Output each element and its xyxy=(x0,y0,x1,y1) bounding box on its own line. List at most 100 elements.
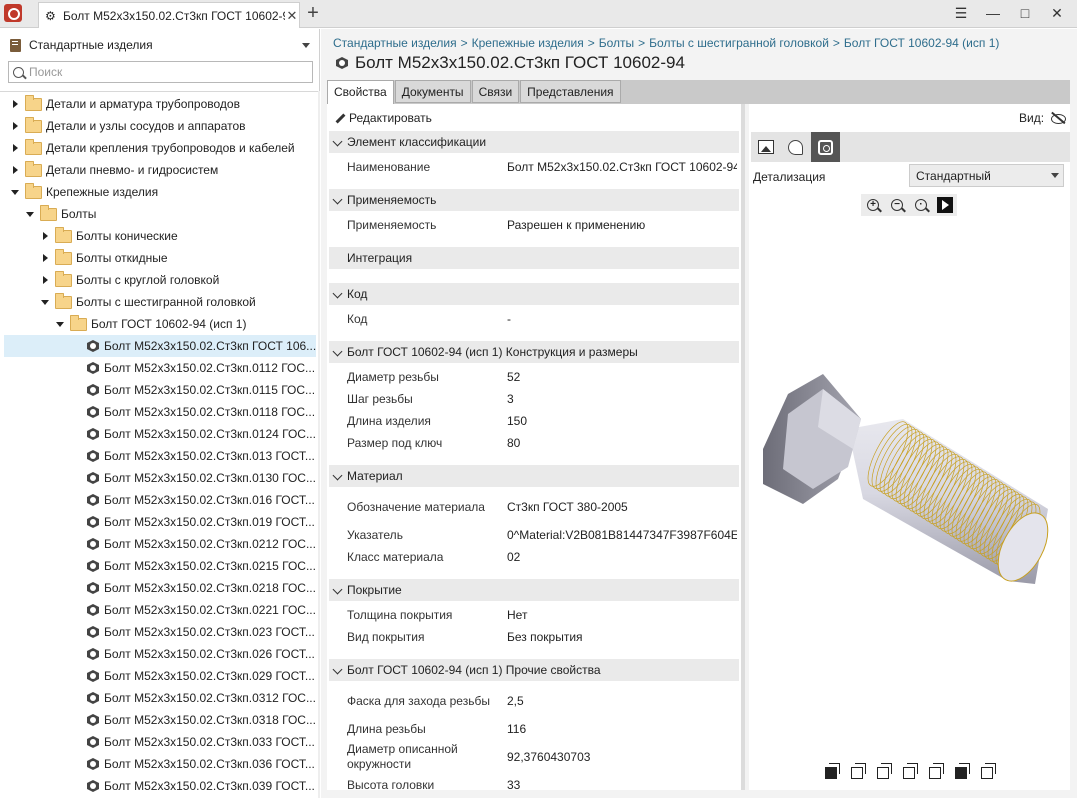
tree-item[interactable]: Болт М52x3x150.02.Ст3кп.019 ГОСТ... xyxy=(4,511,316,533)
tree-folder-item[interactable]: Детали и узлы сосудов и аппаратов xyxy=(4,115,316,137)
tree-item[interactable]: Болт М52x3x150.02.Ст3кп.033 ГОСТ... xyxy=(4,731,316,753)
close-window-button[interactable]: ✕ xyxy=(1046,4,1068,22)
tree-item[interactable]: Болт М52x3x150.02.Ст3кп.0212 ГОС... xyxy=(4,533,316,555)
chevron-right-icon[interactable] xyxy=(10,143,20,153)
tab-0[interactable]: Свойства xyxy=(327,80,394,104)
tree-item[interactable]: Болт М52x3x150.02.Ст3кп.0124 ГОС... xyxy=(4,423,316,445)
chevron-down-icon[interactable] xyxy=(10,187,20,197)
minimize-button[interactable]: — xyxy=(982,4,1004,22)
breadcrumb-link[interactable]: Болты с шестигранной головкой xyxy=(649,36,829,50)
breadcrumb-link[interactable]: Стандартные изделия xyxy=(333,36,457,50)
tree-folder-item[interactable]: Детали и арматура трубопроводов xyxy=(4,93,316,115)
property-value[interactable]: 80 xyxy=(507,436,737,450)
maximize-button[interactable]: □ xyxy=(1014,4,1036,22)
view-back-icon[interactable] xyxy=(851,763,866,779)
property-value[interactable]: Ст3кп ГОСТ 380-2005 xyxy=(507,500,737,514)
tree-folder-item[interactable]: Крепежные изделия xyxy=(4,181,316,203)
breadcrumb-link[interactable]: Болты xyxy=(599,36,634,50)
view-toggle[interactable]: Вид: xyxy=(1019,111,1067,125)
tree-item[interactable]: Болт М52x3x150.02.Ст3кп.026 ГОСТ... xyxy=(4,643,316,665)
section-header[interactable]: Элемент классификации xyxy=(329,131,739,153)
view-top-icon[interactable] xyxy=(929,763,944,779)
tree-folder-item[interactable]: Болты с шестигранной головкой xyxy=(4,291,316,313)
tree-folder-item[interactable]: Болты откидные xyxy=(4,247,316,269)
tree-folder-item[interactable]: Болты xyxy=(4,203,316,225)
tab-1[interactable]: Документы xyxy=(394,80,471,103)
properties-scrollbar[interactable] xyxy=(741,104,745,790)
tree-folder-item[interactable]: Болты с круглой головкой xyxy=(4,269,316,291)
view-bottom-icon[interactable] xyxy=(955,763,970,779)
section-header[interactable]: Покрытие xyxy=(329,579,739,601)
chevron-down-icon[interactable] xyxy=(333,195,343,205)
property-value[interactable]: 52 xyxy=(507,370,737,384)
chevron-down-icon[interactable] xyxy=(333,471,343,481)
tree-item[interactable]: Болт М52x3x150.02.Ст3кп.039 ГОСТ... xyxy=(4,775,316,797)
section-header[interactable]: Интеграция xyxy=(329,247,739,269)
tree-item[interactable]: Болт М52x3x150.02.Ст3кп.0218 ГОС... xyxy=(4,577,316,599)
chevron-right-icon[interactable] xyxy=(40,275,50,285)
chevron-right-icon[interactable] xyxy=(10,99,20,109)
search-input[interactable]: Поиск xyxy=(8,61,313,83)
property-value[interactable]: 150 xyxy=(507,414,737,428)
tree-item[interactable]: Болт М52x3x150.02.Ст3кп.013 ГОСТ... xyxy=(4,445,316,467)
tree-folder-item[interactable]: Болт ГОСТ 10602-94 (исп 1) xyxy=(4,313,316,335)
document-tab[interactable]: ⚙ Болт М52x3x150.02.Ст3кп ГОСТ 10602-94 … xyxy=(38,2,300,28)
chevron-down-icon[interactable] xyxy=(302,42,310,48)
section-header[interactable]: Болт ГОСТ 10602-94 (исп 1) Прочие свойст… xyxy=(329,659,739,681)
tree-item[interactable]: Болт М52x3x150.02.Ст3кп.0215 ГОС... xyxy=(4,555,316,577)
tree-item[interactable]: Болт М52x3x150.02.Ст3кп.0115 ГОС... xyxy=(4,379,316,401)
zoom-out-button[interactable]: − xyxy=(885,194,909,216)
zoom-fit-button[interactable]: · xyxy=(909,194,933,216)
tree-item[interactable]: Болт М52x3x150.02.Ст3кп ГОСТ 106... xyxy=(4,335,316,357)
image-view-tab[interactable] xyxy=(751,132,780,162)
tab-2[interactable]: Связи xyxy=(471,80,520,103)
chevron-down-icon[interactable] xyxy=(55,319,65,329)
section-header[interactable]: Код xyxy=(329,283,739,305)
chevron-down-icon[interactable] xyxy=(333,347,343,357)
3d-view-tab[interactable] xyxy=(811,132,840,162)
property-value[interactable]: Без покрытия xyxy=(507,630,737,644)
tree-item[interactable]: Болт М52x3x150.02.Ст3кп.029 ГОСТ... xyxy=(4,665,316,687)
property-value[interactable]: 0^Material:V2B081B81447347F3987F604E8D xyxy=(507,528,737,542)
tree-item[interactable]: Болт М52x3x150.02.Ст3кп.0112 ГОС... xyxy=(4,357,316,379)
tree-folder-item[interactable]: Болты конические xyxy=(4,225,316,247)
property-value[interactable]: 02 xyxy=(507,550,737,564)
view-iso-icon[interactable] xyxy=(981,763,996,779)
tree-folder-item[interactable]: Детали крепления трубопроводов и кабелей xyxy=(4,137,316,159)
property-value[interactable]: 3 xyxy=(507,392,737,406)
tree-item[interactable]: Болт М52x3x150.02.Ст3кп.0118 ГОС... xyxy=(4,401,316,423)
menu-icon[interactable]: ☰ xyxy=(950,4,972,22)
section-header[interactable]: Болт ГОСТ 10602-94 (исп 1) Конструкция и… xyxy=(329,341,739,363)
tree-item[interactable]: Болт М52x3x150.02.Ст3кп.0130 ГОС... xyxy=(4,467,316,489)
chevron-down-icon[interactable] xyxy=(25,209,35,219)
edit-button[interactable]: Редактировать xyxy=(333,110,432,126)
property-value[interactable]: 2,5 xyxy=(507,694,737,708)
detail-select[interactable]: Стандартный xyxy=(909,164,1064,187)
property-value[interactable]: 116 xyxy=(507,722,737,736)
play-button[interactable] xyxy=(933,194,957,216)
property-value[interactable]: Нет xyxy=(507,608,737,622)
chevron-down-icon[interactable] xyxy=(333,137,343,147)
chevron-right-icon[interactable] xyxy=(10,165,20,175)
library-selector[interactable]: Стандартные изделия xyxy=(10,34,314,56)
breadcrumb-link[interactable]: Болт ГОСТ 10602-94 (исп 1) xyxy=(844,36,999,50)
chevron-down-icon[interactable] xyxy=(333,289,343,299)
chevron-down-icon[interactable] xyxy=(40,297,50,307)
view-right-icon[interactable] xyxy=(903,763,918,779)
chevron-down-icon[interactable] xyxy=(333,585,343,595)
property-value[interactable]: - xyxy=(507,312,737,326)
view-front-icon[interactable] xyxy=(825,763,840,779)
tree-item[interactable]: Болт М52x3x150.02.Ст3кп.023 ГОСТ... xyxy=(4,621,316,643)
chevron-down-icon[interactable] xyxy=(333,665,343,675)
eye-hidden-icon[interactable] xyxy=(1050,112,1067,124)
sketch-view-tab[interactable] xyxy=(781,132,810,162)
chevron-right-icon[interactable] xyxy=(10,121,20,131)
property-value[interactable]: 92,3760430703 xyxy=(507,750,737,764)
chevron-right-icon[interactable] xyxy=(40,253,50,263)
tab-3[interactable]: Представления xyxy=(520,80,621,103)
zoom-in-button[interactable]: + xyxy=(861,194,885,216)
close-tab-icon[interactable]: ✕ xyxy=(285,8,299,24)
add-tab-button[interactable]: + xyxy=(304,2,322,24)
property-value[interactable]: Болт М52x3x150.02.Ст3кп ГОСТ 10602-94 xyxy=(507,160,737,174)
tree-folder-item[interactable]: Детали пневмо- и гидросистем xyxy=(4,159,316,181)
